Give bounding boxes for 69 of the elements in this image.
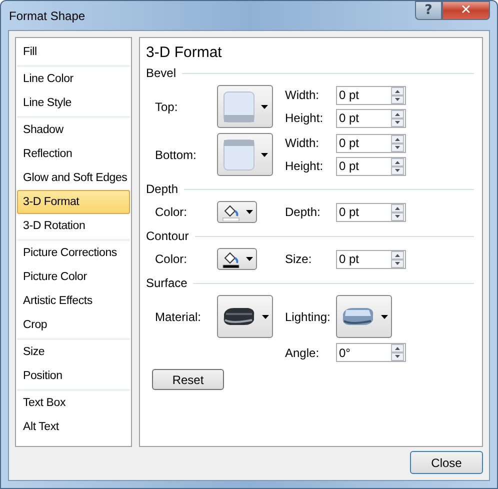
dropdown-button[interactable] xyxy=(336,295,392,338)
spinner-arrows-icon xyxy=(391,134,404,152)
field-label: Height: xyxy=(285,111,324,125)
close-button[interactable]: ✕ xyxy=(442,1,490,20)
sidebar-item[interactable]: Position xyxy=(17,364,130,388)
sidebar-item[interactable]: 3-D Rotation xyxy=(17,214,130,238)
spinner-arrows-icon xyxy=(391,344,404,361)
paint-bucket-icon xyxy=(222,203,240,221)
field-label: Depth: xyxy=(285,205,322,219)
sidebar-item[interactable]: Shadow xyxy=(17,118,130,142)
close-button[interactable]: Close xyxy=(410,451,483,474)
spin-field[interactable]: 0 pt xyxy=(336,156,406,176)
dropdown-arrow-icon xyxy=(260,152,268,156)
material-icon xyxy=(222,306,256,328)
sidebar-item[interactable]: Picture Corrections xyxy=(17,241,130,265)
spin-field[interactable]: 0 pt xyxy=(336,86,406,104)
sidebar-item[interactable]: Alt Text xyxy=(17,415,130,439)
spinner-arrows-icon xyxy=(391,86,404,104)
spin-field[interactable]: 0° xyxy=(336,343,406,362)
sidebar-item[interactable]: Text Box xyxy=(17,391,130,415)
section-heading: Bevel xyxy=(146,66,176,80)
paint-bucket-icon xyxy=(222,250,240,268)
section-heading: Depth xyxy=(146,182,178,196)
field-label: Width: xyxy=(285,88,320,102)
dropdown-arrow-icon xyxy=(380,314,388,318)
dropdown-button[interactable] xyxy=(217,248,257,270)
field-label: Top: xyxy=(155,100,179,114)
sidebar-item[interactable]: Picture Color xyxy=(17,265,130,289)
field-label: Height: xyxy=(285,159,324,173)
lighting-icon xyxy=(340,306,374,328)
sidebar-item[interactable]: Size xyxy=(17,340,130,364)
spin-field[interactable]: 0 pt xyxy=(336,108,406,128)
spin-field[interactable]: 0 pt xyxy=(336,250,406,268)
dropdown-arrow-icon xyxy=(262,314,268,318)
sidebar-item[interactable]: Crop xyxy=(17,313,130,337)
dropdown-arrow-icon xyxy=(246,257,252,261)
spin-field[interactable]: 0 pt xyxy=(336,202,406,222)
spin-field[interactable]: 0 pt xyxy=(336,134,406,152)
spinner-arrows-icon xyxy=(391,110,404,126)
dropdown-arrow-icon xyxy=(260,104,268,108)
field-label: Angle: xyxy=(285,346,320,360)
sidebar-item[interactable]: Fill xyxy=(17,40,130,64)
sidebar-item[interactable]: Line Style xyxy=(17,91,130,115)
help-button[interactable]: ? xyxy=(415,1,442,20)
sidebar-item[interactable]: 3-D Format xyxy=(17,190,130,214)
dropdown-arrow-icon xyxy=(246,210,252,214)
sidebar-item[interactable]: Reflection xyxy=(17,142,130,166)
reset-button[interactable]: Reset xyxy=(152,369,224,390)
spinner-arrows-icon xyxy=(391,158,404,174)
field-label: Color: xyxy=(155,252,188,266)
sidebar-item[interactable]: Artistic Effects xyxy=(17,289,130,313)
bevel-icon xyxy=(222,90,254,122)
field-label: Lighting: xyxy=(285,310,332,324)
dropdown-button[interactable] xyxy=(217,201,257,223)
dropdown-button[interactable] xyxy=(217,295,273,338)
section-heading: Contour xyxy=(146,229,189,243)
bevel-icon xyxy=(222,138,254,170)
field-label: Size: xyxy=(285,252,313,266)
spinner-arrows-icon xyxy=(391,250,404,268)
section-heading: Surface xyxy=(146,276,188,290)
sidebar-item[interactable]: Line Color xyxy=(17,67,130,91)
field-label: Color: xyxy=(155,205,188,219)
field-label: Bottom: xyxy=(155,148,198,162)
field-label: Width: xyxy=(285,136,320,150)
field-label: Material: xyxy=(155,310,202,324)
panel-title: 3-D Format xyxy=(146,44,223,61)
window-title: Format Shape xyxy=(9,9,86,23)
spinner-arrows-icon xyxy=(391,204,404,220)
sidebar-item[interactable]: Glow and Soft Edges xyxy=(17,166,130,190)
